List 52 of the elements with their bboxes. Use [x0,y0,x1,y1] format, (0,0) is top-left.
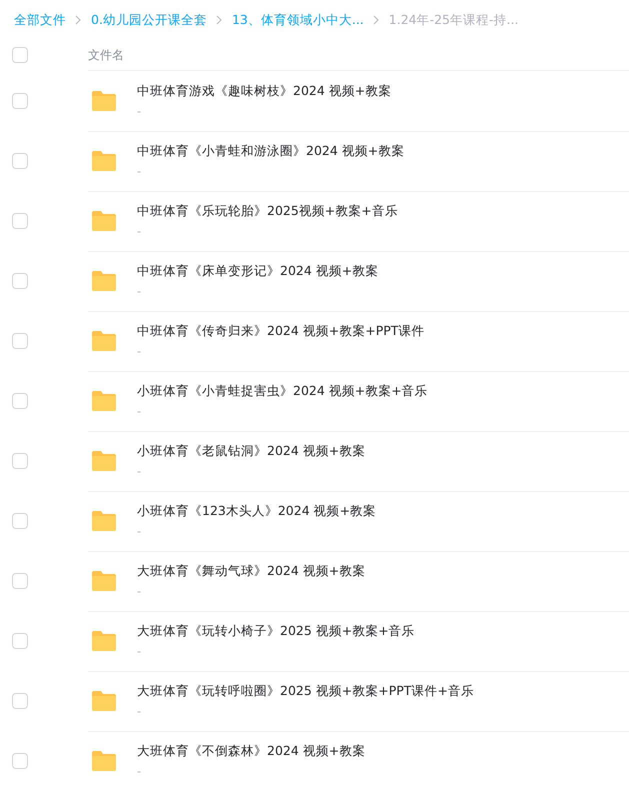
file-name[interactable]: 大班体育《玩转小椅子》2025 视频+教案+音乐 [137,623,415,640]
folder-icon [91,570,117,592]
checkbox[interactable] [12,273,28,289]
file-detail: - [137,766,142,778]
folder-icon [91,210,117,232]
file-detail: - [137,106,142,118]
file-detail: - [137,166,142,178]
file-name[interactable]: 小班体育《小青蛙捉害虫》2024 视频+教案+音乐 [137,383,428,400]
checkbox[interactable] [12,693,28,709]
checkbox[interactable] [12,153,28,169]
chevron-icon [372,15,380,25]
folder-icon [91,390,117,412]
file-detail: - [137,706,142,718]
file-name[interactable]: 小班体育《123木头人》2024 视频+教案 [137,503,376,520]
file-detail: - [137,466,142,478]
folder-icon [91,450,117,472]
file-detail: - [137,526,142,538]
file-name[interactable]: 中班体育《小青蛙和游泳圈》2024 视频+教案 [137,143,404,160]
folder-icon [91,330,117,352]
file-name[interactable]: 中班体育《床单变形记》2024 视频+教案 [137,263,378,280]
file-name[interactable]: 中班体育游戏《趣味树枝》2024 视频+教案 [137,83,392,100]
file-name[interactable]: 大班体育《舞动气球》2024 视频+教案 [137,563,366,580]
folder-icon [91,630,117,652]
file-detail: - [137,226,142,238]
file-name[interactable]: 中班体育《传奇归来》2024 视频+教案+PPT课件 [137,323,424,340]
checkbox[interactable] [12,213,28,229]
folder-icon [91,90,117,112]
checkbox[interactable] [12,513,28,529]
checkbox[interactable] [12,753,28,769]
checkbox[interactable] [12,573,28,589]
folder-icon [91,270,117,292]
file-detail: - [137,406,142,418]
checkbox[interactable] [12,393,28,409]
chevron-icon [216,15,223,25]
folder-icon [91,750,117,772]
file-name[interactable]: 大班体育《玩转呼啦圈》2025 视频+教案+PPT课件+音乐 [137,683,474,700]
checkbox[interactable] [12,633,28,649]
file-detail: - [137,346,142,358]
file-name[interactable]: 小班体育《老鼠钻洞》2024 视频+教案 [137,443,366,460]
checkbox[interactable] [12,47,28,63]
file-detail: - [137,586,142,598]
checkbox[interactable] [12,453,28,469]
checkbox[interactable] [12,333,28,349]
file-detail: - [137,286,142,298]
file-name[interactable]: 中班体育《乐玩轮胎》2025视频+教案+音乐 [137,203,398,220]
chevron-icon [75,15,82,25]
folder-icon [91,150,117,172]
folder-icon [91,510,117,532]
file-name[interactable]: 大班体育《不倒森林》2024 视频+教案 [137,743,366,760]
file-detail: - [137,646,142,658]
folder-icon [91,690,117,712]
checkbox[interactable] [12,93,28,109]
